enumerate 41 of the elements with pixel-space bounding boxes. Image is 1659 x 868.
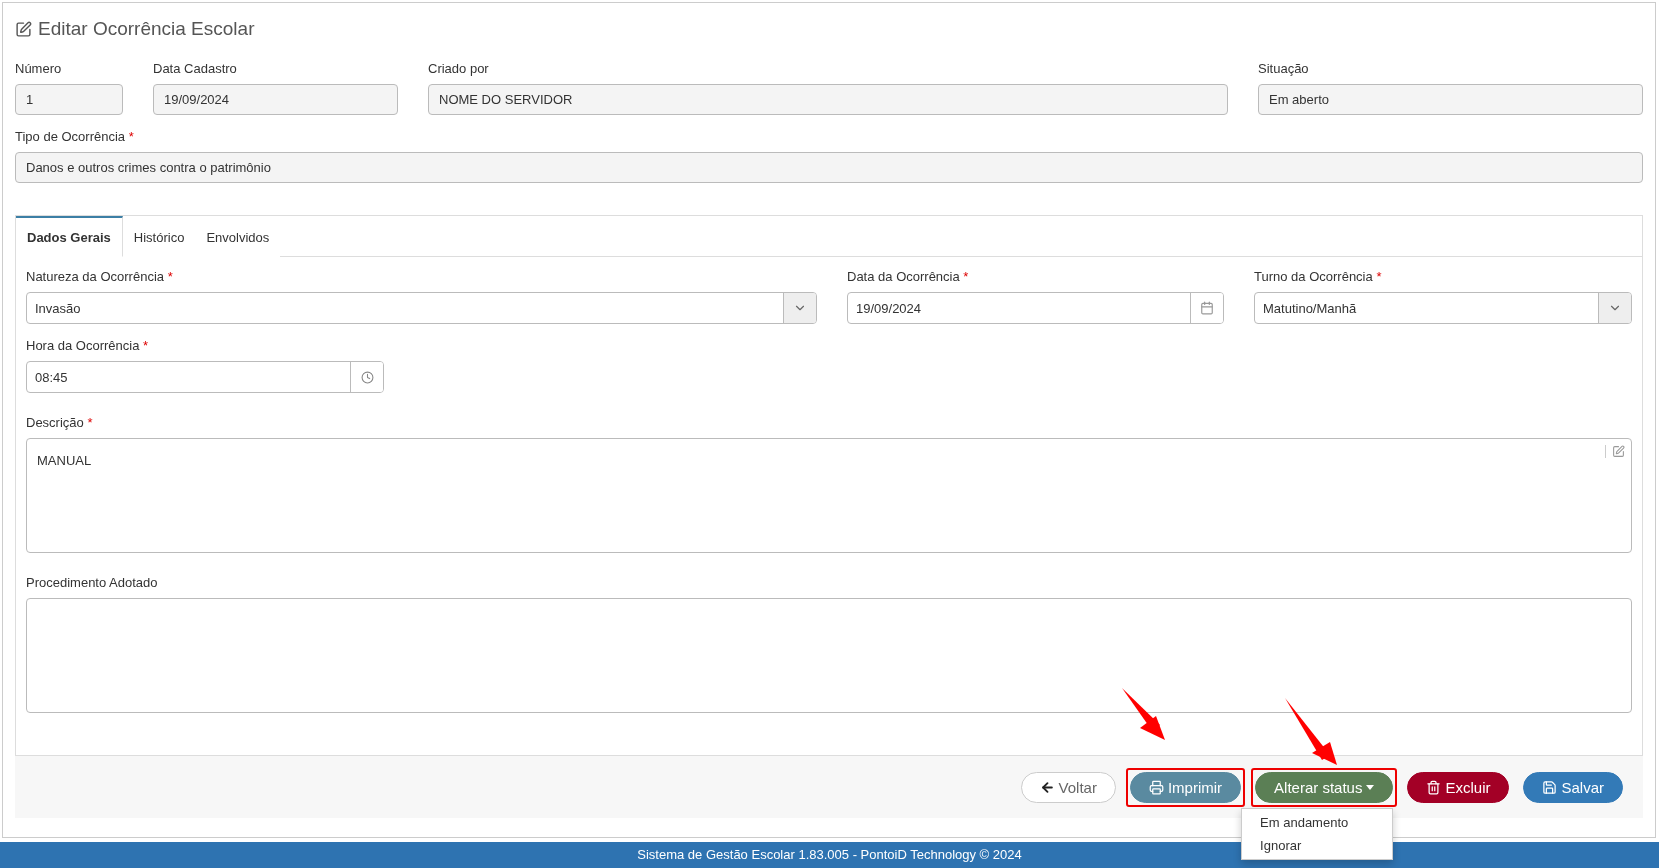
readonly-field: Em aberto — [1258, 84, 1643, 115]
select-field[interactable]: Invasão — [26, 292, 817, 324]
edit-icon — [1612, 445, 1625, 458]
calendar-icon — [1200, 301, 1214, 315]
back-button[interactable]: Voltar — [1020, 771, 1116, 803]
field-label: Data da Ocorrência * — [847, 269, 970, 286]
field-label: Natureza da Ocorrência * — [26, 269, 174, 286]
save-icon — [1542, 779, 1558, 795]
dropdown-button[interactable]: Alterar status — [1255, 771, 1394, 803]
field-label: Situação — [1258, 61, 1310, 78]
menu-item[interactable]: Ignorar — [1242, 833, 1393, 857]
print-button[interactable]: Imprimir — [1129, 771, 1242, 803]
arrow-annotation — [1122, 688, 1165, 740]
readonly-field: 1 — [15, 84, 123, 115]
field-label: Número — [15, 61, 63, 78]
save-button[interactable]: Salvar — [1523, 771, 1623, 803]
printer-icon — [1148, 779, 1164, 795]
readonly-field: 19/09/2024 — [153, 84, 398, 115]
trash-icon — [1426, 779, 1442, 795]
field-label: Hora da Ocorrência * — [26, 338, 150, 355]
arrow-annotation — [1285, 698, 1337, 765]
page-title: Editar Ocorrência Escolar — [38, 18, 255, 40]
field-label: Descrição * — [26, 415, 94, 432]
tab[interactable]: Dados Gerais — [16, 216, 123, 257]
text-area[interactable]: MANUAL — [26, 438, 1632, 553]
delete-button[interactable]: Excluir — [1407, 771, 1510, 803]
caret-icon — [1366, 784, 1375, 790]
field-label: Tipo de Ocorrência * — [15, 129, 135, 146]
select-field[interactable]: Matutino/Manhã — [1254, 292, 1632, 324]
readonly-field: Danos e outros crimes contra o patrimônio — [15, 152, 1643, 183]
input-field[interactable]: 08:45 — [26, 361, 384, 393]
readonly-field: NOME DO SERVIDOR — [428, 84, 1228, 115]
input-field[interactable]: 19/09/2024 — [847, 292, 1224, 324]
text-area[interactable] — [26, 598, 1632, 713]
field-label: Procedimento Adotado — [26, 575, 159, 592]
clock-icon — [360, 370, 374, 384]
edit-icon — [15, 20, 32, 38]
field-label: Turno da Ocorrência * — [1254, 269, 1383, 286]
field-label: Criado por — [428, 61, 490, 78]
field-label: Data Cadastro — [153, 61, 238, 78]
menu-item[interactable]: Em andamento — [1242, 810, 1393, 834]
